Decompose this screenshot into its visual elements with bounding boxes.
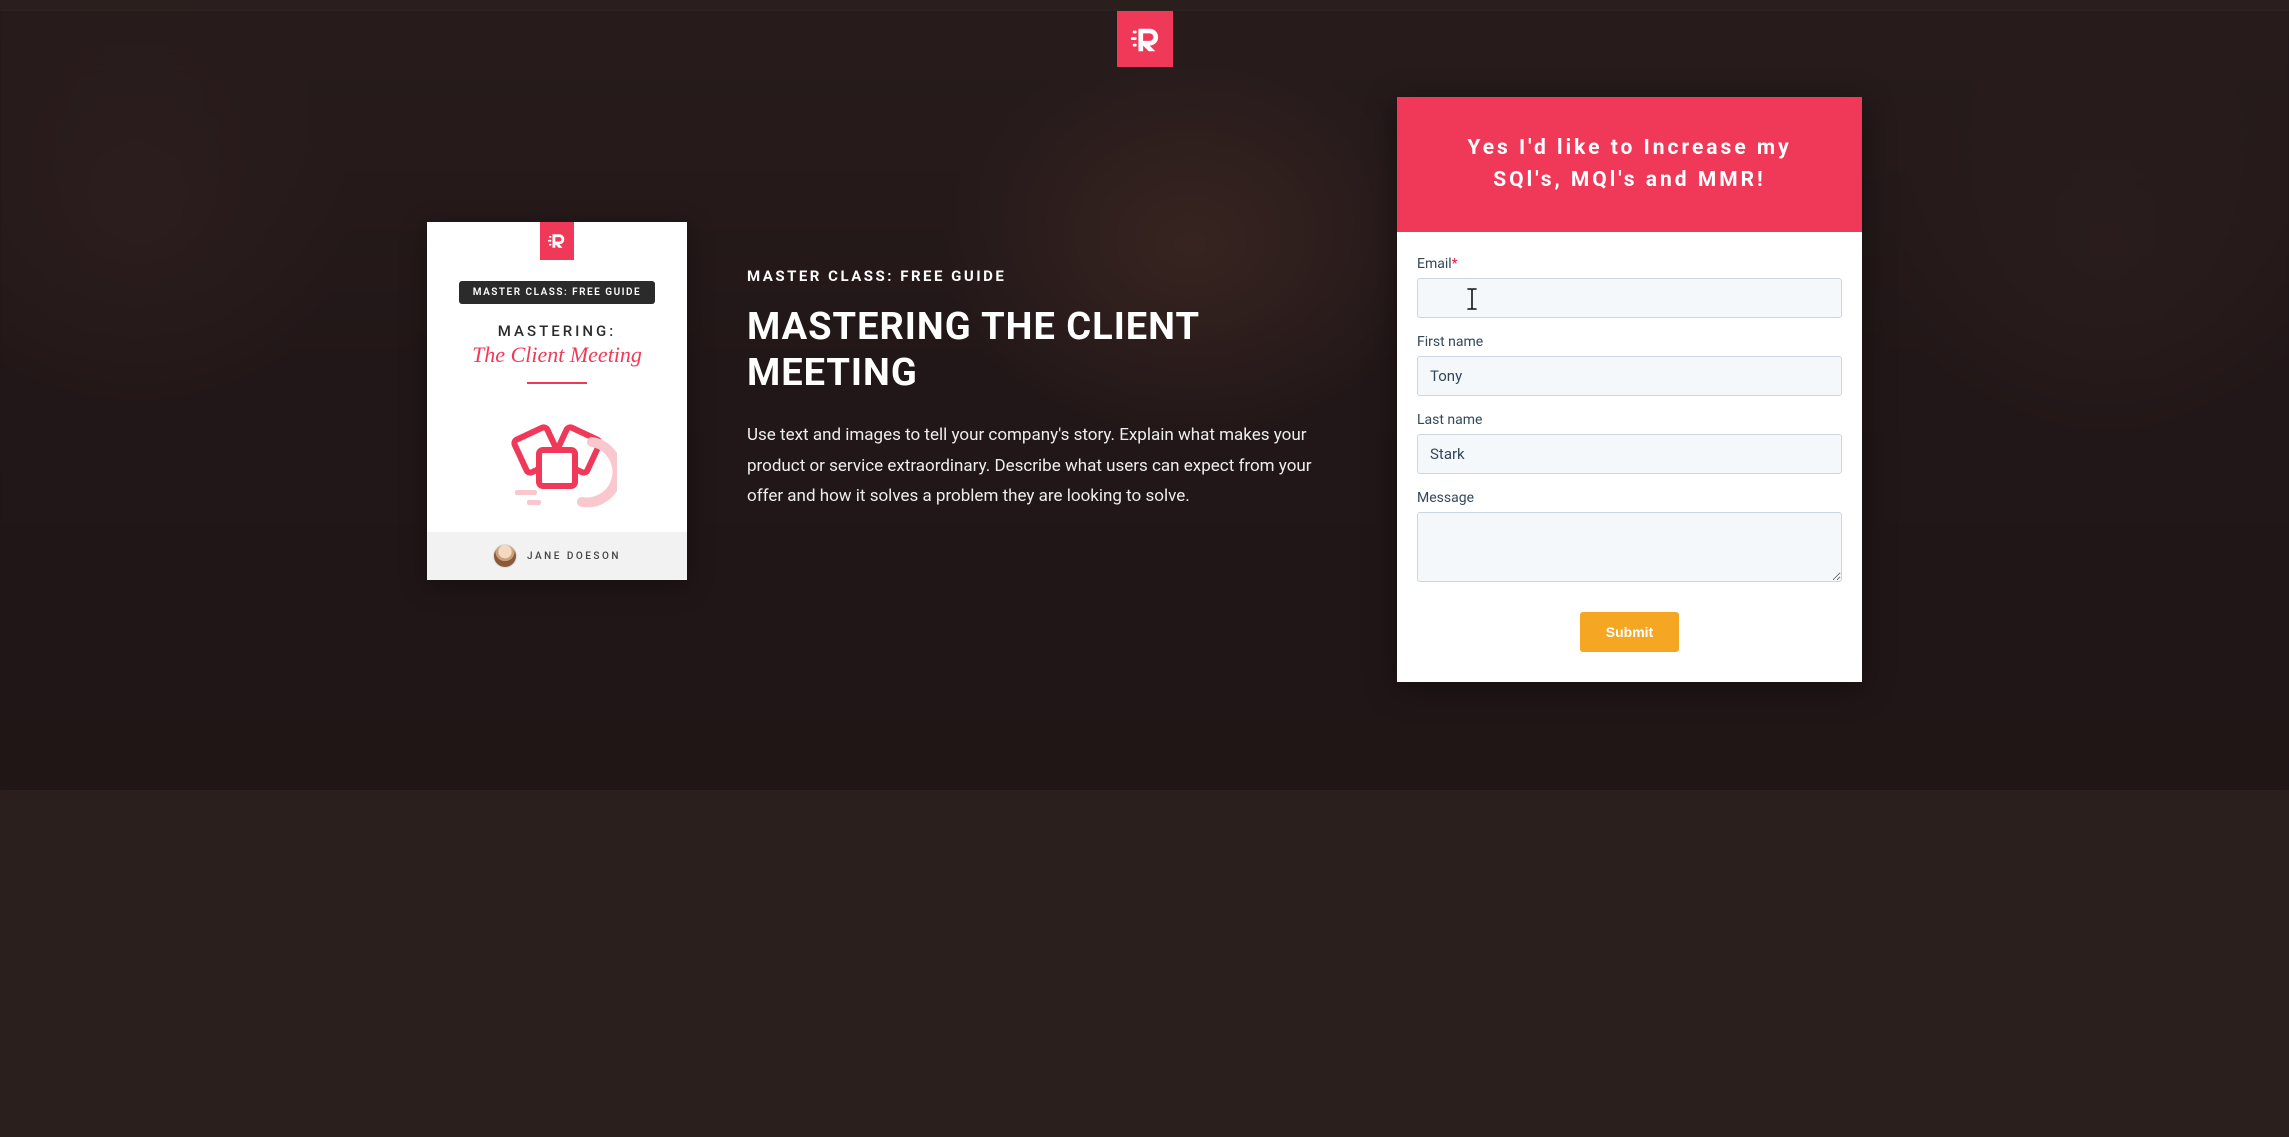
label-email: Email* [1417, 256, 1842, 272]
field-first-name: First name [1417, 334, 1842, 396]
guide-title-line2: The Client Meeting [449, 342, 665, 368]
author-avatar [493, 544, 517, 568]
signup-form-card: Yes I'd like to Increase my SQl's, MQl's… [1397, 97, 1862, 682]
brand-logo[interactable] [1117, 11, 1173, 67]
eyebrow-text: MASTER CLASS: FREE GUIDE [747, 267, 1337, 285]
submit-button[interactable]: Submit [1580, 612, 1679, 652]
guide-cover-card: MASTER CLASS: FREE GUIDE MASTERING: The … [427, 222, 687, 580]
label-last-name: Last name [1417, 412, 1842, 428]
guide-author-row: JANE DOESON [427, 532, 687, 580]
field-message: Message [1417, 490, 1842, 586]
guide-divider [527, 382, 587, 384]
field-email: Email* [1417, 256, 1842, 318]
headline: MASTERING THE CLIENT MEETING [747, 305, 1337, 396]
first-name-input[interactable] [1417, 356, 1842, 396]
label-first-name: First name [1417, 334, 1842, 350]
handshake-icon [497, 402, 617, 512]
last-name-input[interactable] [1417, 434, 1842, 474]
guide-badge: MASTER CLASS: FREE GUIDE [459, 281, 655, 304]
label-message: Message [1417, 490, 1842, 506]
author-name: JANE DOESON [527, 551, 621, 562]
form-heading: Yes I'd like to Increase my SQl's, MQl's… [1397, 97, 1862, 232]
guide-cover-tab [540, 222, 574, 260]
email-input[interactable] [1417, 278, 1842, 318]
body-copy: Use text and images to tell your company… [747, 420, 1337, 512]
guide-title-line1: MASTERING: [449, 322, 665, 340]
message-input[interactable] [1417, 512, 1842, 582]
field-last-name: Last name [1417, 412, 1842, 474]
hero-copy: MASTER CLASS: FREE GUIDE MASTERING THE C… [747, 267, 1337, 512]
brand-mark-icon [548, 232, 566, 250]
brand-logo-icon [1130, 24, 1160, 54]
